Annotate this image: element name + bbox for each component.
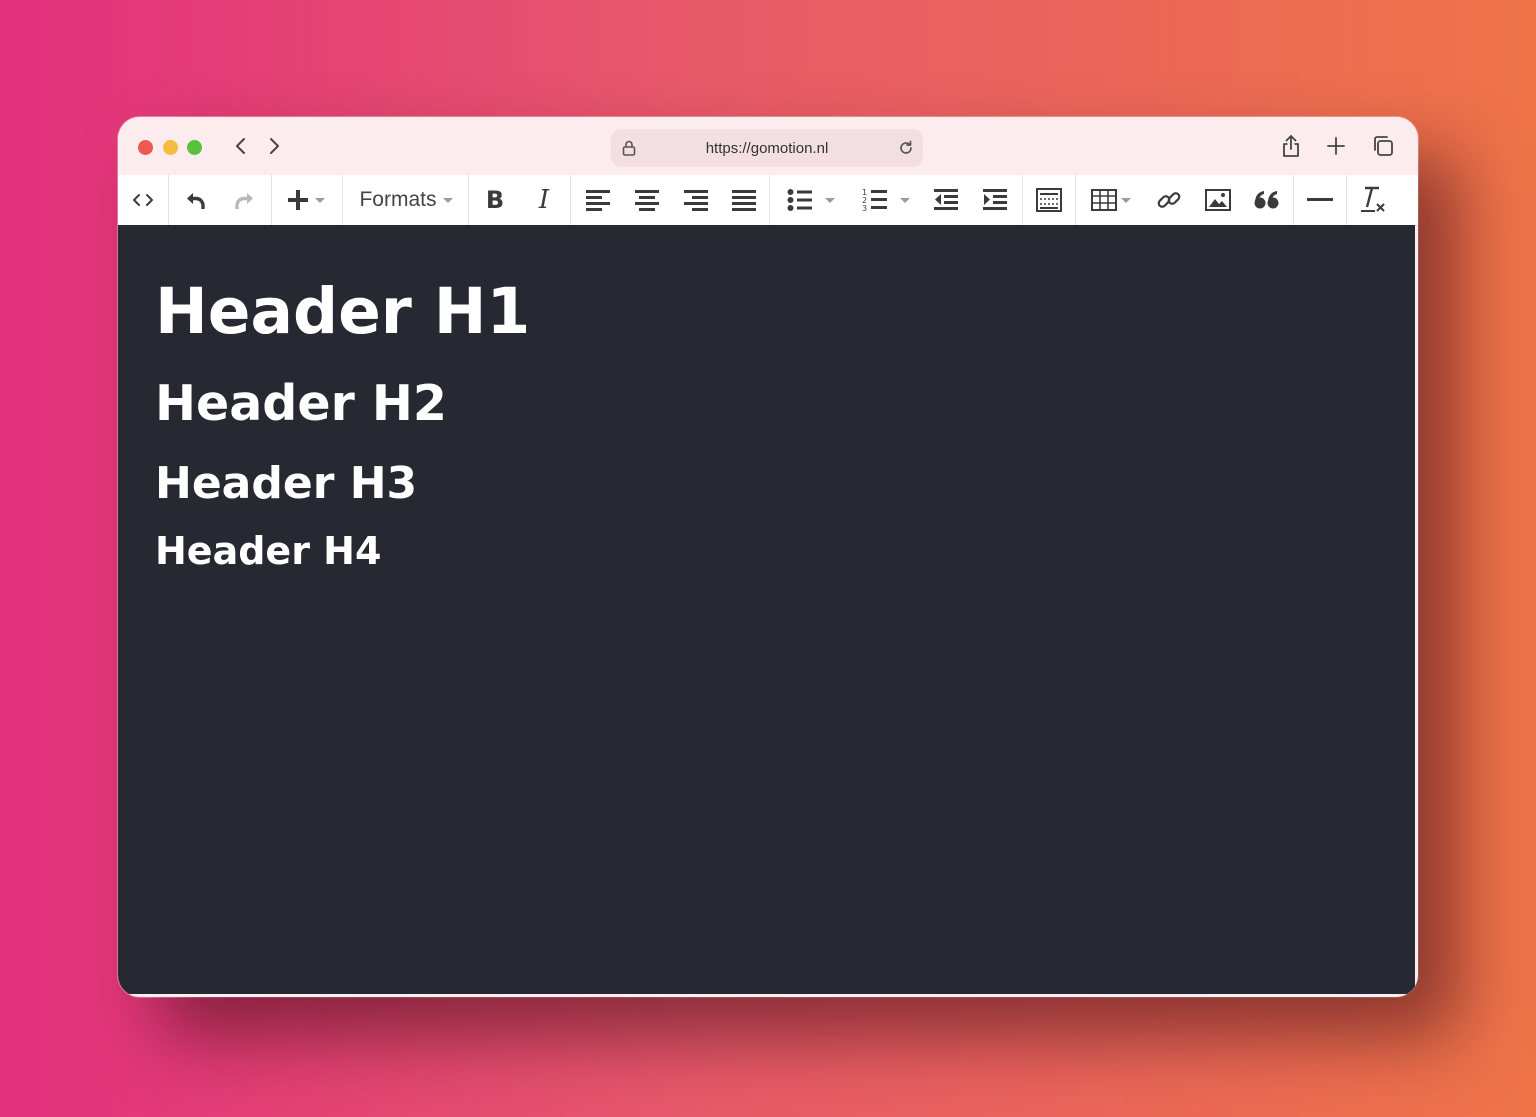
heading-h2[interactable]: Header H2 bbox=[155, 375, 447, 432]
align-left-button[interactable] bbox=[583, 175, 613, 225]
align-justify-icon bbox=[732, 190, 756, 211]
indent-button[interactable] bbox=[980, 175, 1010, 225]
chevron-down-icon bbox=[900, 197, 910, 203]
editor-toolbar: Formats B I 1 2 3 bbox=[118, 175, 1418, 226]
numbered-list-button[interactable]: 1 2 3 bbox=[856, 175, 916, 225]
align-justify-button[interactable] bbox=[729, 175, 759, 225]
share-icon bbox=[1283, 135, 1299, 157]
heading-h3[interactable]: Header H3 bbox=[155, 458, 417, 509]
toolbar-separator bbox=[570, 175, 571, 225]
toolbar-separator bbox=[342, 175, 343, 225]
tabs-icon bbox=[1374, 136, 1393, 156]
toolbar-separator bbox=[769, 175, 770, 225]
reload-icon[interactable] bbox=[897, 139, 915, 157]
browser-titlebar: https://gomotion.nl bbox=[118, 117, 1418, 175]
quote-icon bbox=[1254, 191, 1279, 209]
editor-content-area[interactable]: Header H1 Header H2 Header H3 Header H4 bbox=[118, 225, 1415, 994]
url-text: https://gomotion.nl bbox=[705, 139, 829, 157]
source-code-button[interactable] bbox=[126, 175, 160, 225]
code-icon bbox=[133, 194, 153, 206]
back-button[interactable] bbox=[230, 135, 252, 157]
insert-image-button[interactable] bbox=[1203, 175, 1233, 225]
italic-icon: I bbox=[538, 185, 550, 215]
plus-icon bbox=[288, 190, 308, 210]
toolbar-separator bbox=[168, 175, 169, 225]
clear-formatting-button[interactable] bbox=[1358, 175, 1388, 225]
toolbar-separator bbox=[271, 175, 272, 225]
close-window-button[interactable] bbox=[138, 140, 153, 155]
undo-button[interactable] bbox=[178, 175, 214, 225]
plus-icon bbox=[1327, 137, 1345, 155]
redo-icon bbox=[235, 193, 253, 209]
insert-menu-button[interactable] bbox=[281, 175, 331, 225]
align-center-button[interactable] bbox=[632, 175, 662, 225]
align-left-icon bbox=[586, 190, 610, 211]
chevron-left-icon bbox=[236, 138, 245, 154]
new-tab-button[interactable] bbox=[1324, 134, 1348, 158]
undo-icon bbox=[187, 193, 205, 209]
heading-h4[interactable]: Header H4 bbox=[155, 529, 381, 573]
svg-text:3: 3 bbox=[862, 204, 867, 213]
horizontal-rule-icon bbox=[1307, 198, 1333, 201]
redo-button[interactable] bbox=[226, 175, 262, 225]
formats-dropdown[interactable]: Formats bbox=[354, 175, 458, 225]
template-button[interactable] bbox=[1034, 175, 1064, 225]
outdent-button[interactable] bbox=[931, 175, 961, 225]
table-icon bbox=[1091, 189, 1117, 211]
link-icon bbox=[1157, 192, 1181, 208]
template-icon bbox=[1036, 188, 1062, 212]
bullet-list-button[interactable] bbox=[781, 175, 841, 225]
minimize-window-button[interactable] bbox=[163, 140, 178, 155]
align-right-icon bbox=[684, 190, 708, 211]
chevron-right-icon bbox=[270, 138, 279, 154]
chevron-down-icon bbox=[315, 197, 325, 203]
toolbar-separator bbox=[1075, 175, 1076, 225]
numbered-list-icon: 1 2 3 bbox=[862, 188, 887, 213]
horizontal-rule-button[interactable] bbox=[1305, 175, 1335, 225]
maximize-window-button[interactable] bbox=[187, 140, 202, 155]
table-button[interactable] bbox=[1086, 175, 1136, 225]
toolbar-separator bbox=[468, 175, 469, 225]
chevron-down-icon bbox=[825, 197, 835, 203]
align-right-button[interactable] bbox=[681, 175, 711, 225]
formats-label: Formats bbox=[359, 188, 437, 211]
toolbar-separator bbox=[1346, 175, 1347, 225]
browser-window: https://gomotion.nl Formats B I 1 2 3 He… bbox=[118, 117, 1418, 997]
indent-icon bbox=[983, 189, 1007, 210]
chevron-down-icon bbox=[1121, 197, 1131, 203]
bullet-list-icon bbox=[787, 189, 812, 211]
image-icon bbox=[1205, 189, 1231, 211]
outdent-icon bbox=[934, 189, 958, 210]
clear-formatting-icon bbox=[1361, 186, 1385, 212]
heading-h1[interactable]: Header H1 bbox=[155, 275, 530, 348]
tabs-overview-button[interactable] bbox=[1371, 134, 1395, 158]
bold-icon: B bbox=[485, 186, 505, 214]
chevron-down-icon bbox=[442, 197, 453, 203]
insert-link-button[interactable] bbox=[1154, 175, 1184, 225]
bold-button[interactable]: B bbox=[480, 175, 510, 225]
lock-icon bbox=[622, 140, 636, 156]
share-button[interactable] bbox=[1279, 134, 1303, 158]
italic-button[interactable]: I bbox=[529, 175, 559, 225]
blockquote-button[interactable] bbox=[1252, 175, 1282, 225]
address-bar[interactable]: https://gomotion.nl bbox=[611, 129, 923, 167]
align-center-icon bbox=[635, 190, 659, 211]
forward-button[interactable] bbox=[263, 135, 285, 157]
toolbar-separator bbox=[1022, 175, 1023, 225]
toolbar-separator bbox=[1293, 175, 1294, 225]
